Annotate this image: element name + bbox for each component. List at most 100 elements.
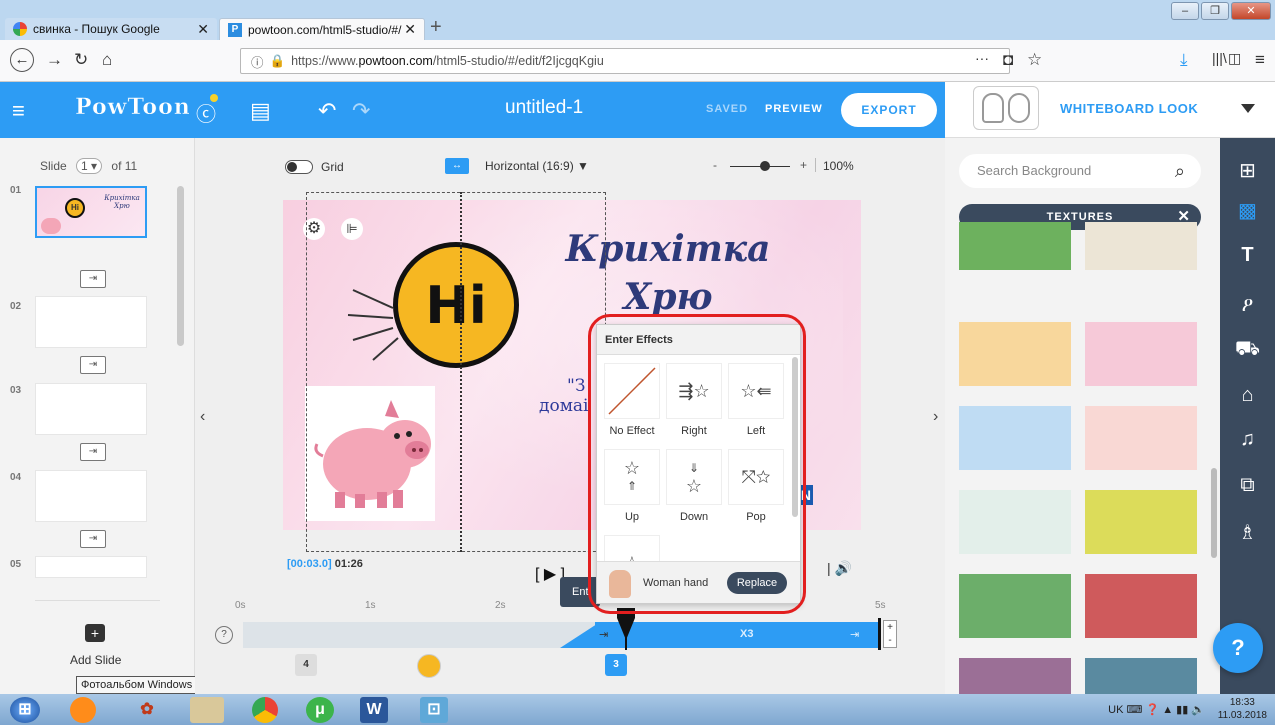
end-marker[interactable] xyxy=(878,618,881,650)
slide-thumbnail-1[interactable]: Hi Крихітка Хрю xyxy=(35,186,147,238)
add-slide-icon[interactable]: + xyxy=(85,624,105,642)
browser-tab-google[interactable]: свинка - Пошук Google ✕ xyxy=(5,18,217,40)
window-controls: – ❐ ✕ xyxy=(1171,2,1271,20)
tool-sidebar: ⊞ ▩ T ዖ ⛟ ⌂ ♫ ⧉ ♗ xyxy=(1220,138,1275,694)
slide-thumbnail-2[interactable] xyxy=(35,296,147,348)
zoom-out-button[interactable]: - xyxy=(713,158,717,172)
transition-icon[interactable]: ⇥ xyxy=(80,356,106,374)
timeline-element-bar[interactable] xyxy=(595,622,880,648)
background-scrollbar[interactable] xyxy=(1211,468,1217,558)
help-button[interactable]: ? xyxy=(1213,623,1263,673)
notes-icon[interactable]: ▤ xyxy=(250,98,271,124)
photo-gallery-icon[interactable]: ✿ xyxy=(130,697,164,723)
back-icon[interactable]: ← xyxy=(10,48,34,72)
transition-icon[interactable]: ⇥ xyxy=(80,530,106,548)
background-icon[interactable]: ▩ xyxy=(1220,198,1275,223)
selection-box[interactable] xyxy=(306,192,606,552)
style-look-selector[interactable]: WHITEBOARD LOOK xyxy=(945,82,1275,138)
orientation-icon[interactable]: ↔ xyxy=(445,158,469,174)
timeline-track[interactable] xyxy=(243,622,595,648)
clock[interactable]: 18:33 11.03.2018 xyxy=(1218,696,1267,722)
texture-swatch[interactable] xyxy=(959,222,1071,270)
preview-button[interactable]: PREVIEW xyxy=(765,103,823,115)
chevron-right-icon[interactable]: › xyxy=(933,408,938,426)
sidebar-icon[interactable]: ◫ xyxy=(1228,50,1241,67)
texture-swatch[interactable] xyxy=(1085,222,1197,270)
chevron-down-icon[interactable] xyxy=(1241,104,1255,113)
specials-icon[interactable]: ♗ xyxy=(1220,520,1275,545)
start-button[interactable]: ⊞ xyxy=(10,697,40,723)
hi-sticker-marker-icon[interactable] xyxy=(417,654,441,678)
hamburger-menu-icon[interactable]: ≡ xyxy=(12,98,25,124)
star-icon[interactable]: ☆ xyxy=(1027,50,1042,70)
word-icon[interactable]: W xyxy=(360,697,388,723)
layout-icon[interactable]: ⊞ xyxy=(1220,158,1275,183)
texture-swatch[interactable] xyxy=(1085,406,1197,470)
slide-thumbnail-5[interactable] xyxy=(35,556,147,578)
slide-thumbnail-3[interactable] xyxy=(35,383,147,435)
page-actions-icon[interactable]: ··· xyxy=(975,50,989,66)
texture-swatch[interactable] xyxy=(1085,322,1197,386)
forward-icon[interactable]: → xyxy=(46,50,63,70)
texture-swatch[interactable] xyxy=(959,574,1071,638)
background-search-input[interactable]: Search Background ⌕ xyxy=(959,154,1201,188)
zoom-in-button[interactable]: + xyxy=(800,158,807,172)
library-icon[interactable]: |||\ xyxy=(1212,50,1227,66)
props-icon[interactable]: ⛟ xyxy=(1220,338,1275,363)
reload-icon[interactable]: ↻ xyxy=(74,50,88,70)
transition-icon[interactable]: ⇥ xyxy=(80,270,106,288)
exit-transition-icon[interactable]: ⇥ xyxy=(850,628,859,641)
explorer-icon[interactable] xyxy=(190,697,224,723)
language-indicator[interactable]: UK xyxy=(1108,704,1123,716)
redo-icon[interactable]: ↷ xyxy=(352,98,370,124)
help-tour-icon[interactable]: ⓒ xyxy=(196,98,216,127)
text-icon[interactable]: T xyxy=(1220,244,1275,267)
texture-swatch[interactable] xyxy=(959,322,1071,386)
transition-icon[interactable]: ⇥ xyxy=(80,443,106,461)
download-icon[interactable]: ⤓ xyxy=(1180,50,1188,70)
slide-select[interactable]: 1 ▾ xyxy=(76,158,103,174)
chevron-left-icon[interactable]: ‹ xyxy=(200,408,205,426)
chrome-icon[interactable] xyxy=(252,697,278,723)
new-tab-button[interactable]: + xyxy=(430,16,442,39)
media-icon[interactable]: ⧉ xyxy=(1220,474,1275,497)
minimize-button[interactable]: – xyxy=(1171,2,1199,20)
export-button[interactable]: EXPORT xyxy=(841,93,937,127)
maximize-button[interactable]: ❐ xyxy=(1201,2,1229,20)
presentation-title[interactable]: untitled-1 xyxy=(505,97,583,119)
texture-swatch[interactable] xyxy=(959,406,1071,470)
slide-scrollbar[interactable] xyxy=(177,186,184,346)
texture-swatch[interactable] xyxy=(1085,490,1197,554)
app-icon[interactable]: ⊡ xyxy=(420,697,448,723)
timeline-zoom-stepper[interactable]: + - xyxy=(883,620,897,648)
texture-swatch[interactable] xyxy=(959,490,1071,554)
zoom-slider-handle[interactable] xyxy=(760,161,770,171)
slide-thumbnail-4[interactable] xyxy=(35,470,147,522)
close-tab-icon[interactable]: ✕ xyxy=(197,21,209,38)
menu-icon[interactable]: ≡ xyxy=(1255,50,1265,70)
firefox-icon[interactable] xyxy=(70,697,96,723)
playhead-icon[interactable] xyxy=(617,608,635,650)
add-slide-button[interactable]: Add Slide xyxy=(70,653,121,667)
home-icon[interactable]: ⌂ xyxy=(102,50,112,70)
timeline-marker-3[interactable]: 3 xyxy=(605,654,627,676)
pocket-icon[interactable]: ◘ xyxy=(1003,50,1013,70)
enter-transition-icon[interactable]: ⇥ xyxy=(599,628,608,641)
texture-swatch[interactable] xyxy=(1085,574,1197,638)
url-bar[interactable]: ⓘ 🔒 https://www. powtoon.com/html5-studio… xyxy=(240,48,1010,74)
browser-tab-powtoon[interactable]: P powtoon.com/html5-studio/#/ ✕ xyxy=(219,18,425,40)
grid-toggle[interactable] xyxy=(285,160,313,174)
search-icon[interactable]: ⌕ xyxy=(1175,154,1185,188)
shapes-icon[interactable]: ⌂ xyxy=(1220,384,1275,407)
utorrent-icon[interactable]: μ xyxy=(306,697,334,723)
orientation-select[interactable]: Horizontal (16:9) ▼ xyxy=(485,159,589,173)
characters-icon[interactable]: ዖ xyxy=(1220,294,1275,317)
music-icon[interactable]: ♫ xyxy=(1220,428,1275,451)
timeline-marker-4[interactable]: 4 xyxy=(295,654,317,676)
info-icon[interactable]: ⓘ xyxy=(251,52,264,71)
close-window-button[interactable]: ✕ xyxy=(1231,2,1271,20)
volume-icon[interactable]: | 🔊 xyxy=(827,560,852,577)
undo-icon[interactable]: ↶ xyxy=(318,98,336,124)
timeline-help-button[interactable]: ? xyxy=(215,626,233,644)
close-tab-icon[interactable]: ✕ xyxy=(404,21,416,38)
